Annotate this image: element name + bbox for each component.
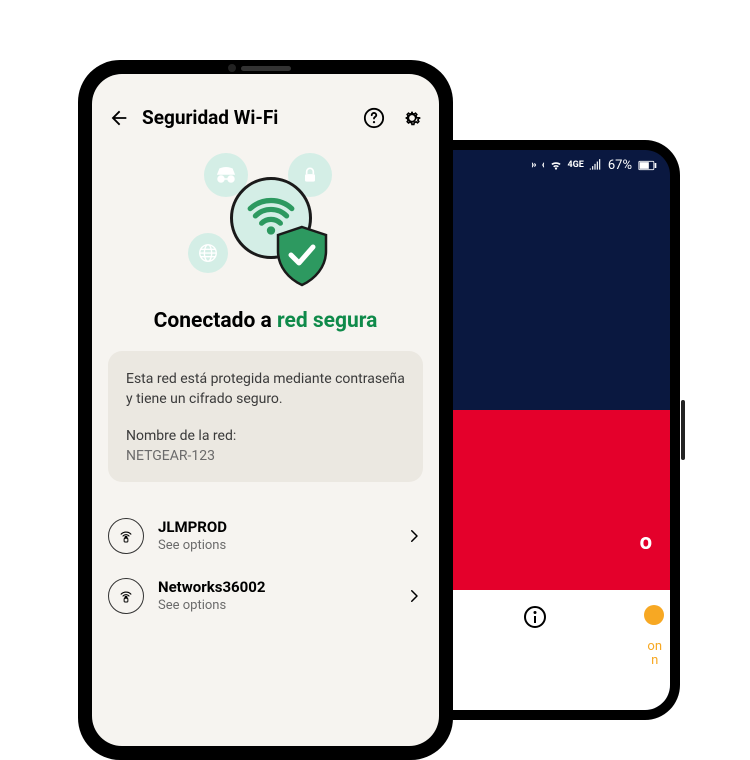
chevron-right-icon	[405, 527, 423, 545]
battery-percent: 67%	[608, 158, 632, 173]
network-item-name: JLMPROD	[158, 518, 391, 536]
network-name-label: Nombre de la red:	[126, 428, 405, 444]
network-list-item[interactable]: JLMPROD See options	[92, 506, 439, 566]
app-icon-partial	[644, 605, 664, 625]
partial-text: o	[640, 530, 652, 555]
network-description: Esta red está protegida mediante contras…	[126, 369, 405, 410]
app-header: Seguridad Wi-Fi	[92, 74, 439, 141]
network-item-sublabel: See options	[158, 538, 391, 553]
network-name-value: NETGEAR-123	[126, 448, 405, 464]
wifi-lock-icon	[108, 578, 144, 614]
page-title: Seguridad Wi-Fi	[142, 106, 351, 129]
network-info-card: Esta red está protegida mediante contras…	[108, 351, 423, 482]
status-icons: 4GE	[531, 158, 601, 172]
help-icon[interactable]	[363, 107, 385, 129]
gear-icon[interactable]	[401, 107, 423, 129]
battery-icon	[638, 160, 658, 171]
signal-icon	[588, 158, 602, 172]
back-arrow-icon[interactable]	[108, 107, 130, 129]
status-prefix: Conectado a	[154, 309, 277, 333]
camera	[228, 64, 236, 72]
status-highlight: red segura	[277, 309, 377, 333]
shield-check-icon	[274, 225, 330, 287]
vibrate-icon	[531, 158, 545, 172]
speaker	[241, 66, 291, 71]
network-item-name: Networks36002	[158, 578, 391, 596]
network-item-sublabel: See options	[158, 598, 391, 613]
side-button	[681, 400, 685, 460]
hero-illustration	[92, 141, 439, 309]
app-screen: Seguridad Wi-Fi	[92, 74, 439, 746]
partial-label: onn	[647, 640, 662, 668]
wifi-lock-icon	[108, 518, 144, 554]
globe-icon	[188, 233, 228, 273]
network-type: 4GE	[567, 160, 583, 170]
foreground-phone: Seguridad Wi-Fi	[78, 60, 453, 760]
chevron-right-icon	[405, 587, 423, 605]
info-icon[interactable]	[523, 605, 547, 629]
wifi-icon	[549, 158, 563, 172]
network-list-item[interactable]: Networks36002 See options	[92, 566, 439, 626]
network-list: JLMPROD See options Networks36002 See op…	[92, 500, 439, 632]
connection-status: Conectado a red segura	[92, 309, 439, 333]
